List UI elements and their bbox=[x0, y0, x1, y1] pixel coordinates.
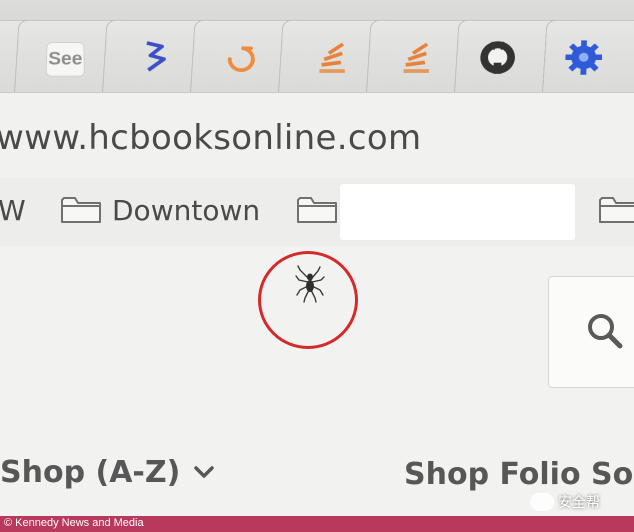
swirl-icon bbox=[221, 41, 260, 77]
nav-shop-folio[interactable]: Shop Folio Soc bbox=[404, 457, 634, 492]
folder-icon[interactable] bbox=[598, 194, 634, 226]
folder-icon bbox=[61, 197, 101, 223]
search-icon bbox=[588, 314, 623, 349]
nav-shop-az[interactable]: Shop (A-Z) bbox=[0, 455, 180, 490]
wechat-icon bbox=[530, 493, 554, 511]
watermark: 安全帮 bbox=[530, 492, 600, 512]
bookmark-folder-downtown[interactable]: Downtown bbox=[112, 194, 260, 227]
watermark-text: 安全帮 bbox=[558, 495, 600, 511]
url-field[interactable]: www.hcbooksonline.com bbox=[0, 118, 421, 158]
stackoverflow-icon bbox=[398, 39, 437, 75]
stackoverflow-icon bbox=[313, 39, 352, 75]
flag-icon bbox=[135, 39, 174, 75]
folder-icon bbox=[297, 197, 337, 223]
bookmark-item[interactable]: W bbox=[0, 194, 26, 227]
chevron-down-icon[interactable] bbox=[192, 462, 216, 482]
spider-icon bbox=[295, 265, 325, 303]
tab-strip: See bbox=[0, 0, 634, 94]
see-icon: See bbox=[45, 41, 85, 77]
redacted-bookmark bbox=[340, 184, 575, 240]
tab[interactable] bbox=[542, 19, 634, 94]
photo-credit: © Kennedy News and Media bbox=[4, 517, 144, 529]
gear-icon bbox=[564, 39, 603, 75]
github-icon bbox=[478, 39, 517, 75]
